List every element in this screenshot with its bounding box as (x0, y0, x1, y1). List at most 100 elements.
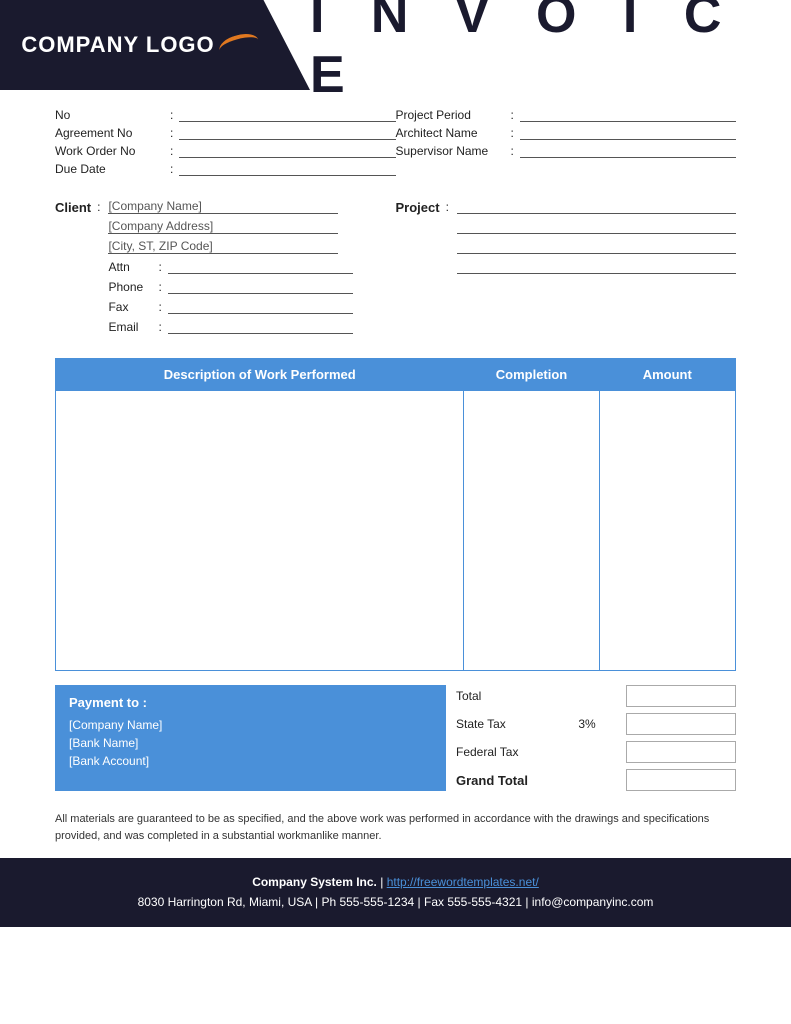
client-phone-row: Phone : (108, 280, 352, 294)
meta-row-1: No : Project Period : (55, 108, 736, 122)
client-project-section: Client : [Company Name] [Company Address… (0, 190, 791, 344)
meta-supervisor-colon: : (511, 144, 514, 158)
completion-cell[interactable] (464, 391, 600, 671)
client-fax-field[interactable] (168, 300, 353, 314)
footer-phone: Ph 555-555-1234 (321, 895, 414, 909)
client-attn-colon: : (158, 260, 161, 274)
meta-project-period-label: Project Period (396, 108, 511, 122)
federal-tax-label: Federal Tax (456, 745, 556, 759)
footer-website[interactable]: http://freewordtemplates.net/ (387, 875, 539, 889)
invoice-title-block: I N V O I C E (310, 0, 791, 90)
meta-section: No : Project Period : Agreement No : Arc… (0, 90, 791, 190)
client-fax-row: Fax : (108, 300, 352, 314)
total-value-box[interactable] (626, 685, 736, 707)
disclaimer-text: All materials are guaranteed to be as sp… (55, 811, 736, 844)
payment-title: Payment to : (69, 695, 432, 710)
meta-supervisor-label: Supervisor Name (396, 144, 511, 158)
client-phone-field[interactable] (168, 280, 353, 294)
meta-row-2: Agreement No : Architect Name : (55, 126, 736, 140)
client-attn-field[interactable] (168, 260, 353, 274)
page-header: COMPANY LOGO I N V O I C E (0, 0, 791, 90)
meta-no: No : (55, 108, 396, 122)
client-fax-label: Fax (108, 300, 158, 314)
meta-project-period: Project Period : (396, 108, 737, 122)
logo-block: COMPANY LOGO (0, 0, 310, 90)
project-field-4[interactable] (457, 260, 736, 274)
footer-email: info@companyinc.com (532, 895, 654, 909)
total-row: Total (456, 685, 736, 707)
work-table-section: Description of Work Performed Completion… (0, 344, 791, 671)
meta-supervisor-line (520, 144, 736, 158)
state-tax-label: State Tax (456, 717, 556, 731)
meta-row-4: Due Date : (55, 162, 736, 176)
meta-duedate: Due Date : (55, 162, 396, 176)
meta-architect: Architect Name : (396, 126, 737, 140)
project-field-2[interactable] (457, 220, 736, 234)
disclaimer-section: All materials are guaranteed to be as sp… (0, 801, 791, 858)
meta-agreement-colon: : (170, 126, 173, 140)
client-email-field[interactable] (168, 320, 353, 334)
project-colon: : (446, 200, 449, 214)
client-address-placeholder: [Company Address] (108, 219, 213, 233)
client-block: Client : [Company Name] [Company Address… (55, 200, 396, 334)
meta-workorder-line (179, 144, 395, 158)
totals-block: Total State Tax 3% Federal Tax Grand Tot… (456, 685, 736, 791)
meta-no-label: No (55, 108, 170, 122)
invoice-title: I N V O I C E (310, 0, 791, 105)
work-description-cell[interactable] (56, 391, 464, 671)
payment-block: Payment to : [Company Name] [Bank Name] … (55, 685, 446, 791)
grand-total-row: Grand Total (456, 769, 736, 791)
client-name-field[interactable]: [Company Name] (108, 200, 338, 214)
col-amount: Amount (600, 359, 736, 391)
meta-agreement: Agreement No : (55, 126, 396, 140)
footer-company-name: Company System Inc. (252, 875, 377, 889)
meta-supervisor: Supervisor Name : (396, 144, 737, 158)
project-field-3[interactable] (457, 240, 736, 254)
client-email-label: Email (108, 320, 158, 334)
meta-architect-colon: : (511, 126, 514, 140)
client-address-field[interactable]: [Company Address] (108, 220, 338, 234)
meta-duedate-line (179, 162, 395, 176)
logo-arc-icon (217, 30, 261, 60)
footer-address: 8030 Harrington Rd, Miami, USA (138, 895, 312, 909)
meta-agreement-label: Agreement No (55, 126, 170, 140)
meta-architect-line (520, 126, 736, 140)
meta-architect-label: Architect Name (396, 126, 511, 140)
total-label: Total (456, 689, 556, 703)
client-label: Client (55, 200, 91, 334)
payment-company: [Company Name] (69, 718, 432, 732)
grand-total-value-box[interactable] (626, 769, 736, 791)
client-fax-colon: : (158, 300, 161, 314)
footer-fax: Fax 555-555-4321 (424, 895, 522, 909)
federal-tax-value-box[interactable] (626, 741, 736, 763)
client-attn-row: Attn : (108, 260, 352, 274)
meta-row-3: Work Order No : Supervisor Name : (55, 144, 736, 158)
meta-workorder-colon: : (170, 144, 173, 158)
meta-duedate-colon: : (170, 162, 173, 176)
meta-workorder-label: Work Order No (55, 144, 170, 158)
client-attn-label: Attn (108, 260, 158, 274)
client-phone-colon: : (158, 280, 161, 294)
meta-no-line (179, 108, 395, 122)
logo-text: COMPANY LOGO (21, 32, 214, 58)
col-description: Description of Work Performed (56, 359, 464, 391)
client-city-placeholder: [City, ST, ZIP Code] (108, 239, 212, 253)
meta-project-period-colon: : (511, 108, 514, 122)
project-fields (457, 200, 736, 274)
client-colon: : (97, 200, 100, 334)
meta-no-colon: : (170, 108, 173, 122)
amount-cell[interactable] (600, 391, 736, 671)
state-tax-row: State Tax 3% (456, 713, 736, 735)
work-table: Description of Work Performed Completion… (55, 358, 736, 671)
client-city-field[interactable]: [City, ST, ZIP Code] (108, 240, 338, 254)
state-tax-value-box[interactable] (626, 713, 736, 735)
payment-bank: [Bank Name] (69, 736, 432, 750)
client-name-placeholder: [Company Name] (108, 199, 201, 213)
project-field-1[interactable] (457, 200, 736, 214)
grand-total-label: Grand Total (456, 773, 556, 788)
meta-empty (396, 162, 737, 176)
project-block: Project : (396, 200, 737, 274)
footer-line-1: Company System Inc. | http://freewordtem… (10, 872, 781, 892)
client-fields: [Company Name] [Company Address] [City, … (108, 200, 352, 334)
footer: Company System Inc. | http://freewordtem… (0, 858, 791, 927)
